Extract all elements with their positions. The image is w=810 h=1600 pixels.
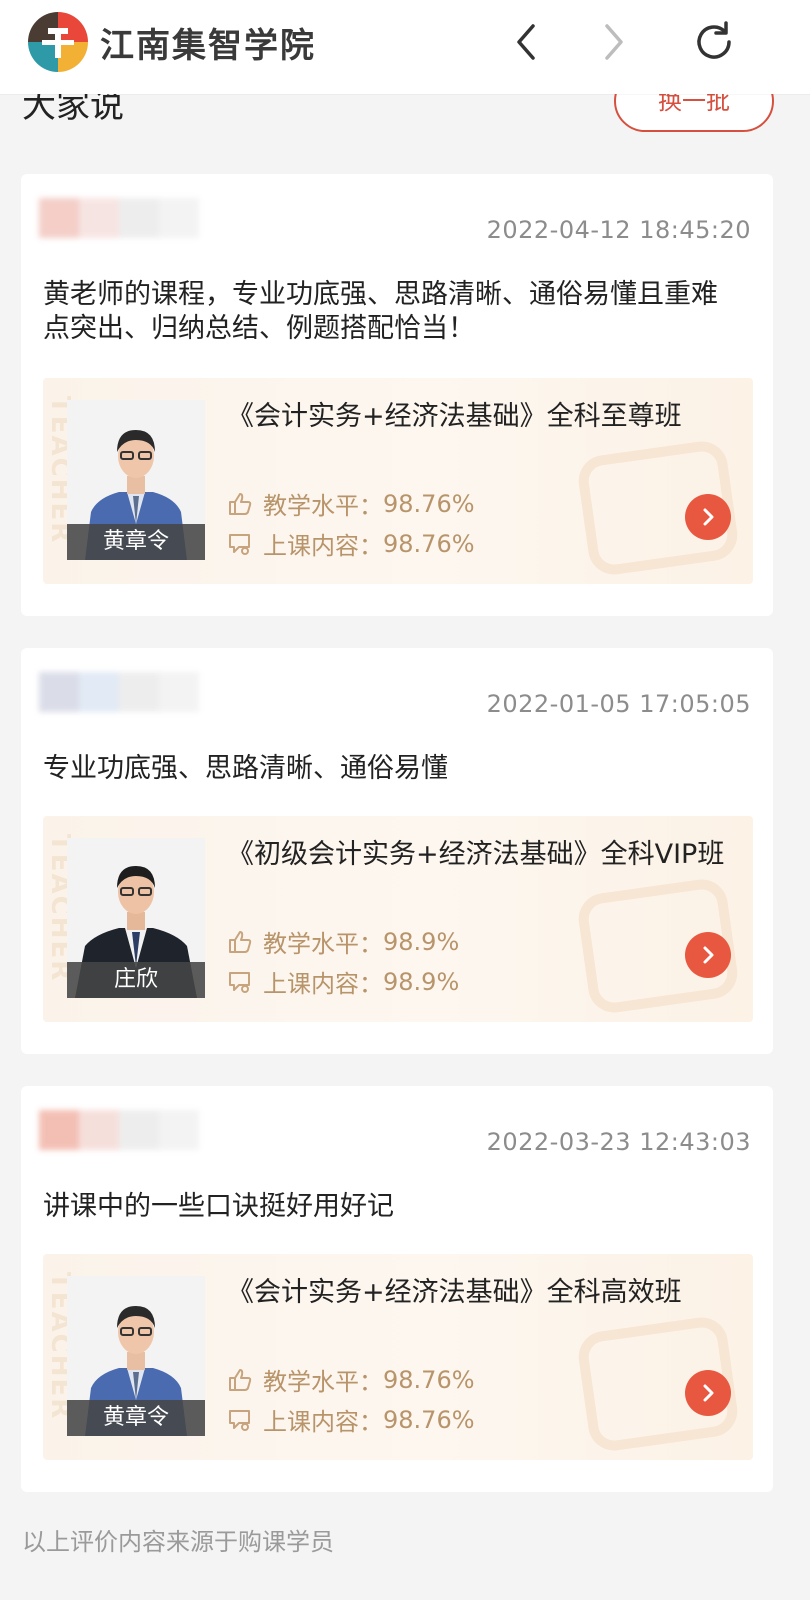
chevron-right-icon (703, 946, 714, 964)
course-content-stat: 上课内容： 98.9% (227, 964, 459, 999)
teacher-name: 庄欣 (67, 962, 205, 998)
teaching-level-stat: 教学水平： 98.9% (227, 924, 459, 959)
content-label: 上课内容： (263, 532, 383, 560)
course-title: 《会计实务+经济法基础》全科高效班 (227, 1277, 682, 1308)
teaching-level-stat: 教学水平： 98.76% (227, 486, 475, 521)
course-title: 《初级会计实务+经济法基础》全科VIP班 (227, 839, 725, 870)
review-date: 2022-03-23 12:43:03 (486, 1128, 751, 1156)
teacher-name: 黄章令 (67, 1400, 205, 1436)
chevron-right-icon (703, 1384, 714, 1402)
course-content-stat: 上课内容： 98.76% (227, 526, 475, 561)
user-avatar-blurred (39, 1110, 199, 1150)
forward-button[interactable] (586, 14, 642, 70)
jiangnan-logo-icon[interactable] (26, 10, 90, 74)
refresh-button[interactable] (686, 14, 742, 70)
teaching-value: 98.76% (383, 489, 475, 518)
teacher-photo: 庄欣 (67, 838, 205, 998)
thumbs-up-icon (229, 930, 252, 953)
course-card[interactable]: TEACHER 黄章令 《会计实务+经济法基础》全科高效班 教学水平： 98.7… (43, 1254, 753, 1460)
course-card[interactable]: TEACHER 黄章令 《会计实务+经济法基础》全科至尊班 教学水平： 98.7… (43, 378, 753, 584)
thumbs-up-icon (229, 1368, 252, 1391)
chevron-left-icon (517, 24, 535, 60)
review-date: 2022-04-12 18:45:20 (486, 216, 751, 244)
lecture-icon (229, 1409, 250, 1431)
review-text: 讲课中的一些口诀挺好用好记 (43, 1191, 394, 1222)
teaching-label: 教学水平： (263, 492, 383, 520)
teaching-label: 教学水平： (263, 930, 383, 958)
course-card[interactable]: TEACHER 庄欣 《初级会计实务+经济法基础》全科VIP班 教学水平： 98… (43, 816, 753, 1022)
refresh-icon (697, 21, 731, 59)
course-content-stat: 上课内容： 98.76% (227, 1402, 475, 1437)
go-button[interactable] (685, 494, 731, 540)
review-date: 2022-01-05 17:05:05 (486, 690, 751, 718)
chevron-right-icon (605, 24, 623, 60)
go-button[interactable] (685, 1370, 731, 1416)
review-card: 2022-03-23 12:43:03 讲课中的一些口诀挺好用好记 TEACHE… (21, 1086, 773, 1492)
brand-name: 江南集智学院 (100, 26, 316, 66)
go-button[interactable] (685, 932, 731, 978)
lecture-icon (229, 533, 250, 555)
teacher-name: 黄章令 (67, 524, 205, 560)
review-text: 专业功底强、思路清晰、通俗易懂 (43, 753, 448, 784)
lecture-icon (229, 971, 250, 993)
teaching-value: 98.76% (383, 1365, 475, 1394)
teaching-level-stat: 教学水平： 98.76% (227, 1362, 475, 1397)
teaching-value: 98.9% (383, 927, 460, 956)
content-value: 98.76% (383, 529, 475, 558)
review-text: 黄老师的课程，专业功底强、思路清晰、通俗易懂且重难点突出、归纳总结、例题搭配恰当… (43, 279, 718, 344)
back-button[interactable] (498, 14, 554, 70)
course-title: 《会计实务+经济法基础》全科至尊班 (227, 401, 682, 432)
review-card: 2022-04-12 18:45:20 黄老师的课程，专业功底强、思路清晰、通俗… (21, 174, 773, 616)
thumbs-up-icon (229, 492, 252, 515)
top-header: 江南集智学院 (0, 0, 810, 94)
user-avatar-blurred (39, 672, 199, 712)
footer-note: 以上评价内容来源于购课学员 (22, 1528, 334, 1556)
content-value: 98.76% (383, 1405, 475, 1434)
review-card: 2022-01-05 17:05:05 专业功底强、思路清晰、通俗易懂 TEAC… (21, 648, 773, 1054)
content-label: 上课内容： (263, 970, 383, 998)
chevron-right-icon (703, 508, 714, 526)
content-value: 98.9% (383, 967, 460, 996)
teacher-photo: 黄章令 (67, 1276, 205, 1436)
user-avatar-blurred (39, 198, 199, 238)
teacher-photo: 黄章令 (67, 400, 205, 560)
content-label: 上课内容： (263, 1408, 383, 1436)
teaching-label: 教学水平： (263, 1368, 383, 1396)
